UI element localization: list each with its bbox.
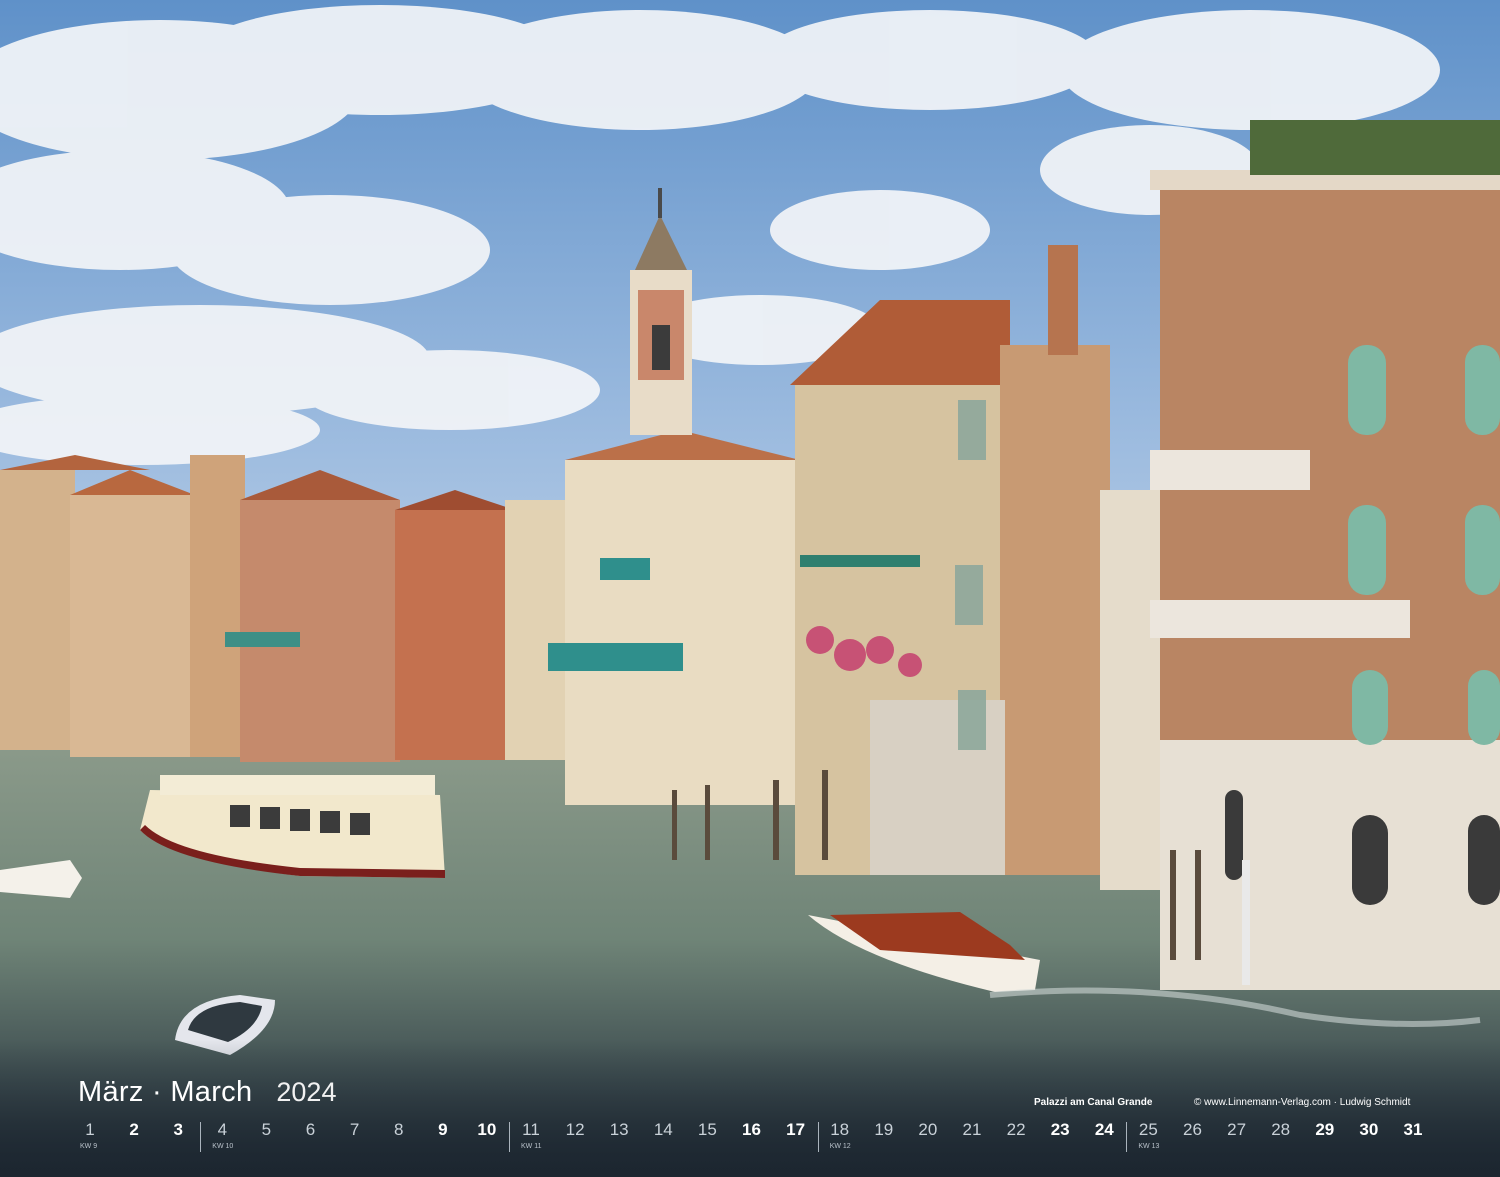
calendar-day: 14 <box>653 1120 673 1139</box>
calendar-day: 18 <box>830 1120 850 1139</box>
calendar-day: 29 <box>1315 1120 1335 1139</box>
week-number-label: KW 13 <box>1138 1143 1160 1150</box>
calendar-day: 9 <box>438 1120 448 1139</box>
month-name: März · March <box>78 1076 253 1108</box>
calendar-day: 23 <box>1050 1120 1070 1139</box>
calendar-day: 17 <box>786 1120 806 1139</box>
week-separator <box>200 1122 202 1152</box>
week-number-label: KW 9 <box>80 1143 98 1150</box>
calendar-day: 7 <box>349 1120 360 1139</box>
calendar-day: 2 <box>129 1120 139 1139</box>
calendar-day: 22 <box>1006 1120 1026 1139</box>
calendar-day: 10 <box>477 1120 497 1139</box>
calendar-day: 11 <box>522 1120 540 1139</box>
calendar-day: 6 <box>305 1120 316 1139</box>
week-separator <box>817 1122 819 1152</box>
calendar-day: 28 <box>1271 1120 1291 1139</box>
calendar-year: 2024 <box>276 1077 337 1107</box>
right-palazzo <box>1100 120 1500 990</box>
venice-grand-canal-photo <box>0 0 1500 1177</box>
calendar-day: 13 <box>609 1120 629 1139</box>
calendar-day: 24 <box>1094 1120 1114 1139</box>
calendar-day: 25 <box>1138 1120 1158 1139</box>
calendar-day: 5 <box>261 1120 272 1139</box>
calendar-day: 15 <box>697 1120 717 1139</box>
calendar-title: März · March 2024 <box>78 1076 336 1109</box>
calendar-day: 16 <box>742 1120 761 1139</box>
calendar-day: 19 <box>874 1120 894 1139</box>
calendar-day: 26 <box>1183 1120 1202 1139</box>
calendar-day: 4 <box>217 1120 228 1139</box>
calendar-day: 1 <box>85 1120 95 1139</box>
week-number-label: KW 12 <box>829 1143 851 1150</box>
photo-credit: © www.Linnemann-Verlag.com · Ludwig Schm… <box>1194 1097 1411 1108</box>
week-number-label: KW 10 <box>212 1143 234 1150</box>
calendar-day: 20 <box>918 1120 938 1139</box>
calendar-day: 12 <box>565 1120 585 1139</box>
calendar-day: 8 <box>393 1120 404 1139</box>
calendar-day: 31 <box>1403 1120 1423 1139</box>
week-separator <box>508 1122 510 1152</box>
calendar-day: 21 <box>962 1120 982 1139</box>
calendar-day: 27 <box>1227 1120 1247 1139</box>
calendar-day: 30 <box>1359 1120 1379 1139</box>
photo-caption: Palazzi am Canal Grande <box>1034 1097 1153 1108</box>
week-separator <box>1126 1122 1128 1152</box>
calendar-day: 3 <box>173 1120 183 1139</box>
week-number-label: KW 11 <box>521 1143 542 1150</box>
